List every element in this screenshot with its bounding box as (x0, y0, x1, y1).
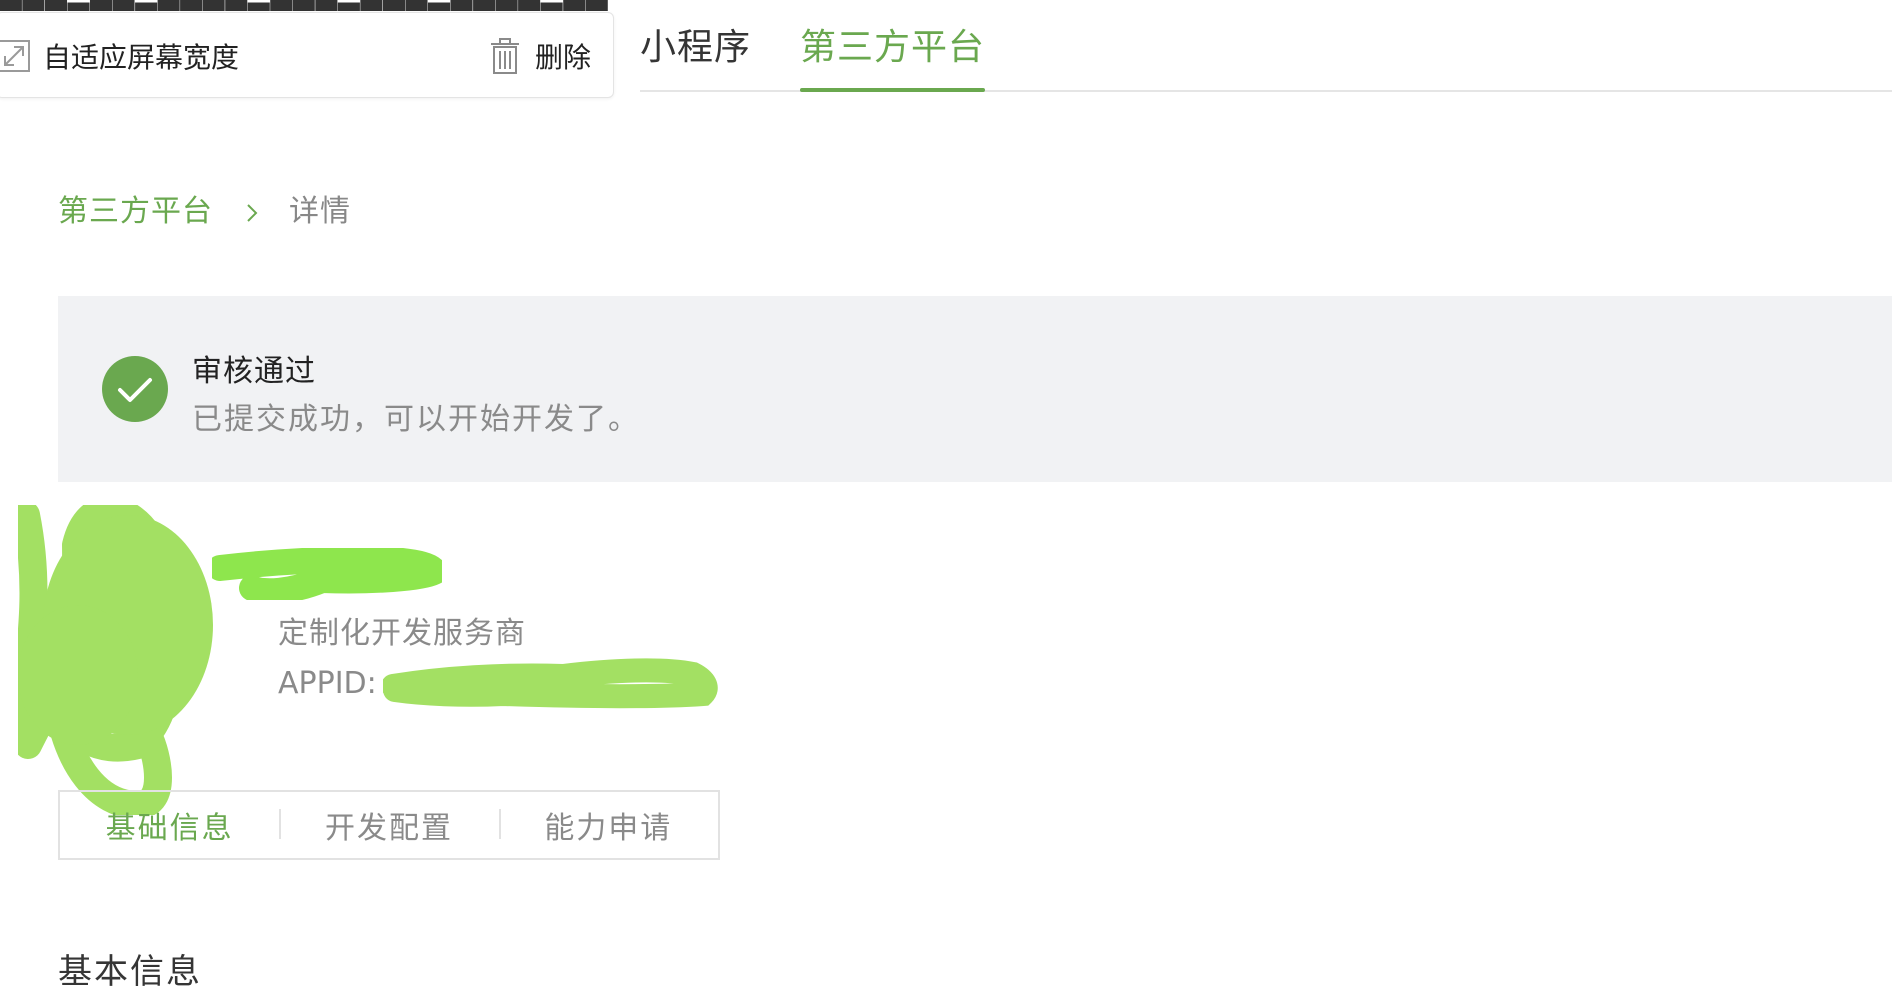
tab-mini-program[interactable]: 小程序 (640, 18, 751, 90)
appid-label: APPID: (278, 665, 377, 701)
cut-off-top-text: ▅▆▇▂▅▃▂▇▅▃▆▂▄▅▇▂▆▃▅▂▇▆▅▃▂▅▆ (0, 0, 608, 11)
resize-expand-icon (0, 39, 31, 73)
editor-float-toolbar: 自适应屏幕宽度 删除 (0, 12, 614, 98)
top-tab-bar: 小程序 第三方平台 (640, 0, 1892, 92)
section-title: 基本信息 (58, 952, 202, 992)
fit-screen-width-button[interactable]: 自适应屏幕宽度 (0, 13, 239, 99)
redacted-name-scribble (212, 548, 442, 600)
breadcrumb: 第三方平台 详情 (58, 186, 351, 230)
status-banner: 审核通过 已提交成功，可以开始开发了。 (58, 296, 1892, 482)
breadcrumb-parent-link[interactable]: 第三方平台 (58, 186, 213, 230)
tab-capability-apply[interactable]: 能力申请 (498, 803, 718, 847)
redacted-appid-scribble (382, 658, 718, 709)
delete-label: 删除 (535, 41, 592, 74)
detail-sub-tabs: 基础信息 开发配置 能力申请 (58, 790, 720, 860)
check-circle-icon (102, 356, 168, 422)
tab-basic-info[interactable]: 基础信息 (60, 803, 279, 847)
page: ▅▆▇▂▅▃▂▇▅▃▆▂▄▅▇▂▆▃▅▂▇▆▅▃▂▅▆ 自适应屏幕宽度 (0, 0, 1892, 992)
appid-row: APPID: (278, 656, 719, 710)
breadcrumb-current: 详情 (289, 194, 351, 229)
trash-icon (489, 38, 521, 74)
tab-third-party-platform[interactable]: 第三方平台 (800, 18, 986, 92)
chevron-right-icon (241, 197, 263, 222)
fit-screen-width-label: 自适应屏幕宽度 (43, 41, 240, 74)
delete-button[interactable]: 删除 (489, 13, 591, 99)
tab-dev-config[interactable]: 开发配置 (279, 803, 498, 847)
account-type: 定制化开发服务商 (278, 616, 526, 651)
status-title: 审核通过 (192, 354, 316, 389)
status-description: 已提交成功，可以开始开发了。 (192, 402, 640, 437)
